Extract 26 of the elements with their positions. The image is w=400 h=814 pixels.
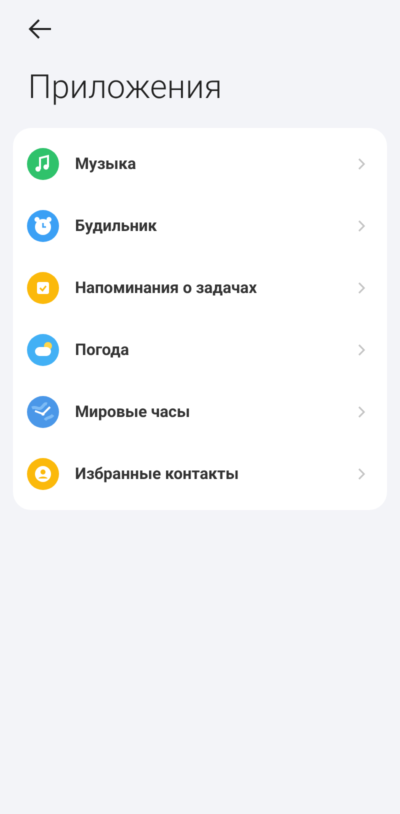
item-label: Напоминания о задачах: [75, 277, 258, 299]
list-item[interactable]: Погода: [13, 319, 387, 381]
item-label: Избранные контакты: [75, 463, 240, 485]
person-icon: [27, 458, 59, 490]
item-label: Мировые часы: [75, 401, 192, 423]
item-label: Погода: [75, 339, 130, 361]
item-label: Будильник: [75, 215, 158, 237]
alarm-clock-icon: [27, 210, 59, 242]
item-label: Музыка: [75, 153, 138, 175]
chevron-right-icon: [358, 220, 365, 232]
chevron-right-icon: [358, 344, 365, 356]
page-title: Приложения: [27, 68, 224, 108]
back-arrow-icon[interactable]: [28, 18, 52, 40]
list-item[interactable]: Напоминания о задачах: [13, 257, 387, 319]
list-item[interactable]: Мировые часы: [13, 381, 387, 443]
cloud-sun-icon: [27, 334, 59, 366]
list-item[interactable]: Музыка: [13, 133, 387, 195]
chevron-right-icon: [358, 158, 365, 170]
chevron-right-icon: [358, 282, 365, 294]
list-item[interactable]: Будильник: [13, 195, 387, 257]
globe-clock-icon: [27, 396, 59, 428]
music-note-icon: [27, 148, 59, 180]
chevron-right-icon: [358, 406, 365, 418]
checkbox-icon: [27, 272, 59, 304]
list-item[interactable]: Избранные контакты: [13, 443, 387, 505]
chevron-right-icon: [358, 468, 365, 480]
